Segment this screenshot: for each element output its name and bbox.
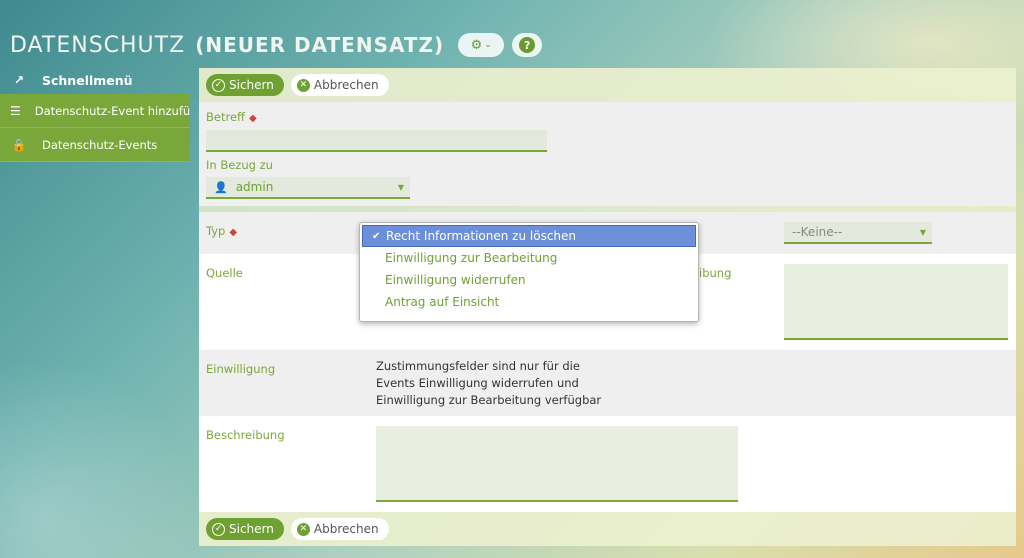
user-icon: 👤 — [214, 180, 228, 194]
chevron-down-icon: ▼ — [919, 228, 926, 237]
einwilligung-note: Zustimmungsfelder sind nur für die Event… — [376, 358, 601, 409]
top-toolbar: ✓ Sichern ✕ Abbrechen — [199, 68, 1016, 102]
typ-dropdown: ✔ Recht Informationen zu löschen Einwill… — [359, 222, 699, 322]
einwilligung-row: Einwilligung Zustimmungsfelder sind nur … — [199, 350, 1016, 416]
save-button[interactable]: ✓ Sichern — [206, 518, 284, 540]
page-title: DATENSCHUTZ — [10, 32, 186, 58]
beschreibung-textarea[interactable] — [376, 426, 738, 502]
cancel-button-label: Abbrechen — [313, 522, 379, 536]
typ-option-label: Einwilligung widerrufen — [385, 273, 526, 287]
sidebar-item-label: Datenschutz-Event hinzufügen — [34, 103, 190, 118]
save-button-label: Sichern — [229, 78, 274, 92]
beschreibung-row: Beschreibung — [199, 416, 1016, 512]
sidebar: ↗ Schnellmenü ☰ Datenschutz-Event hinzuf… — [0, 66, 190, 162]
check-circle-icon: ✓ — [212, 78, 225, 92]
cancel-button-label: Abbrechen — [313, 78, 379, 92]
help-icon: ? — [519, 37, 536, 53]
main-content: ✓ Sichern ✕ Abbrechen Betreff ◆ In Bezug … — [199, 68, 1016, 548]
typ-option-label: Recht Informationen zu löschen — [386, 229, 577, 243]
subject-panel: Betreff ◆ In Bezug zu 👤 admin ▼ — [199, 102, 1016, 206]
details-panel: Typ ◆ --Keine-- ▼ Quelle ibung Einwilligu… — [199, 212, 1016, 512]
typ-option[interactable]: ✔ Recht Informationen zu löschen — [362, 225, 696, 247]
typ-label: Typ — [206, 224, 226, 238]
settings-menu-button[interactable]: ⚙ ⌄ — [458, 33, 505, 57]
partial-field-label: ibung — [699, 266, 732, 280]
check-circle-icon: ✓ — [212, 522, 225, 536]
save-button-label: Sichern — [229, 522, 274, 536]
note-line: Events Einwilligung widerrufen und — [376, 376, 579, 390]
betreff-label: Betreff — [206, 110, 245, 124]
check-icon: ✔ — [372, 230, 381, 242]
bezug-select[interactable]: 👤 admin ▼ — [206, 177, 410, 199]
betreff-label-wrap: Betreff ◆ — [206, 110, 257, 124]
trend-icon: ↗ — [13, 73, 25, 87]
typ-option-label: Antrag auf Einsicht — [385, 295, 500, 309]
help-button[interactable]: ? — [512, 33, 543, 57]
cancel-button[interactable]: ✕ Abbrechen — [290, 74, 389, 96]
page-subtitle: (NEUER DATENSATZ) — [195, 33, 445, 57]
page-header: DATENSCHUTZ (NEUER DATENSATZ) ⚙ ⌄ ? — [10, 30, 543, 60]
right-textarea[interactable] — [784, 264, 1008, 340]
bezug-label: In Bezug zu — [206, 158, 273, 172]
close-circle-icon: ✕ — [296, 522, 310, 536]
gear-icon: ⚙ — [470, 37, 483, 53]
save-button[interactable]: ✓ Sichern — [206, 74, 284, 96]
required-icon: ◆ — [229, 227, 238, 238]
note-line: Zustimmungsfelder sind nur für die — [376, 359, 580, 373]
chevron-down-icon: ▼ — [397, 183, 404, 192]
bottom-toolbar: ✓ Sichern ✕ Abbrechen — [199, 512, 1016, 546]
bezug-value: admin — [235, 180, 274, 194]
secondary-select-value: --Keine-- — [792, 225, 843, 239]
bezug-label-wrap: In Bezug zu — [206, 158, 273, 172]
typ-label-wrap: Typ ◆ — [206, 224, 237, 238]
typ-option-label: Einwilligung zur Bearbeitung — [385, 251, 558, 265]
quelle-label: Quelle — [206, 266, 243, 280]
sidebar-item-label: Schnellmenü — [42, 72, 133, 88]
required-icon: ◆ — [248, 113, 257, 124]
typ-option[interactable]: Antrag auf Einsicht — [360, 291, 698, 313]
sidebar-item-add-event[interactable]: ☰ Datenschutz-Event hinzufügen — [0, 94, 190, 128]
cancel-button[interactable]: ✕ Abbrechen — [290, 518, 389, 540]
sidebar-item-events[interactable]: 🔒 Datenschutz-Events — [0, 128, 190, 162]
list-icon: ☰ — [10, 103, 21, 118]
lock-icon: 🔒 — [11, 137, 27, 152]
sidebar-item-schnellmenu[interactable]: ↗ Schnellmenü — [0, 66, 190, 94]
note-line: Einwilligung zur Bearbeitung verfügbar — [376, 393, 602, 407]
typ-option[interactable]: Einwilligung zur Bearbeitung — [360, 247, 698, 269]
secondary-select[interactable]: --Keine-- ▼ — [784, 222, 932, 244]
typ-option[interactable]: Einwilligung widerrufen — [360, 269, 698, 291]
background-decoration-bottom — [0, 358, 200, 558]
einwilligung-label: Einwilligung — [206, 362, 276, 376]
chevron-down-icon: ⌄ — [484, 40, 492, 50]
betreff-input[interactable] — [206, 130, 547, 152]
beschreibung-label: Beschreibung — [206, 428, 285, 442]
sidebar-item-label: Datenschutz-Events — [42, 137, 158, 152]
close-circle-icon: ✕ — [296, 78, 310, 92]
